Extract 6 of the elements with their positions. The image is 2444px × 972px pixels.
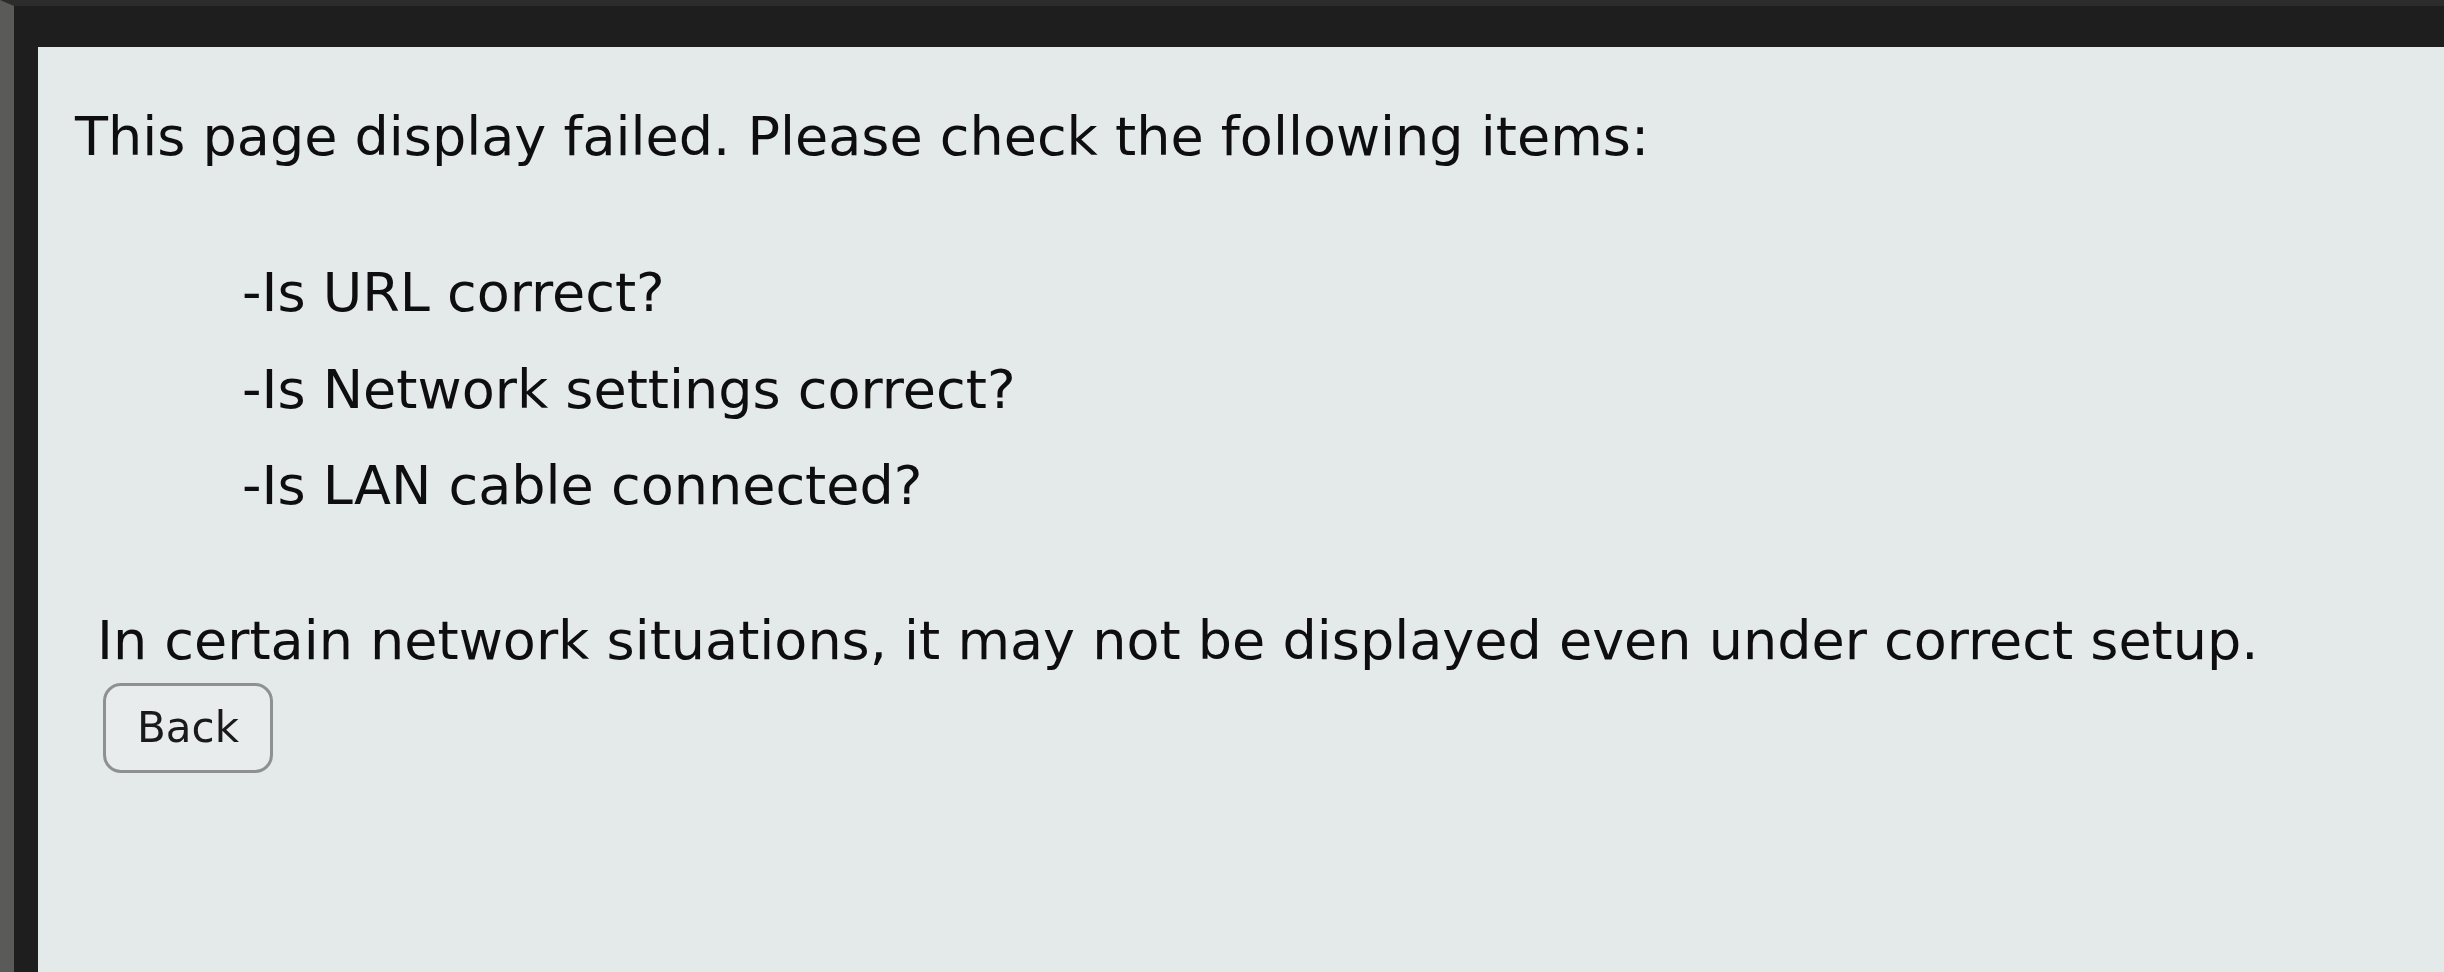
error-heading: This page display failed. Please check the following items:	[75, 105, 1650, 170]
checklist-item: -Is URL correct?	[242, 260, 666, 326]
back-button[interactable]: Back	[103, 683, 273, 773]
checklist-item: -Is Network settings correct?	[242, 357, 1016, 423]
checklist-item: -Is LAN cable connected?	[242, 454, 924, 520]
error-note: In certain network situations, it may not be displayed even under correct setup.	[97, 609, 2259, 674]
